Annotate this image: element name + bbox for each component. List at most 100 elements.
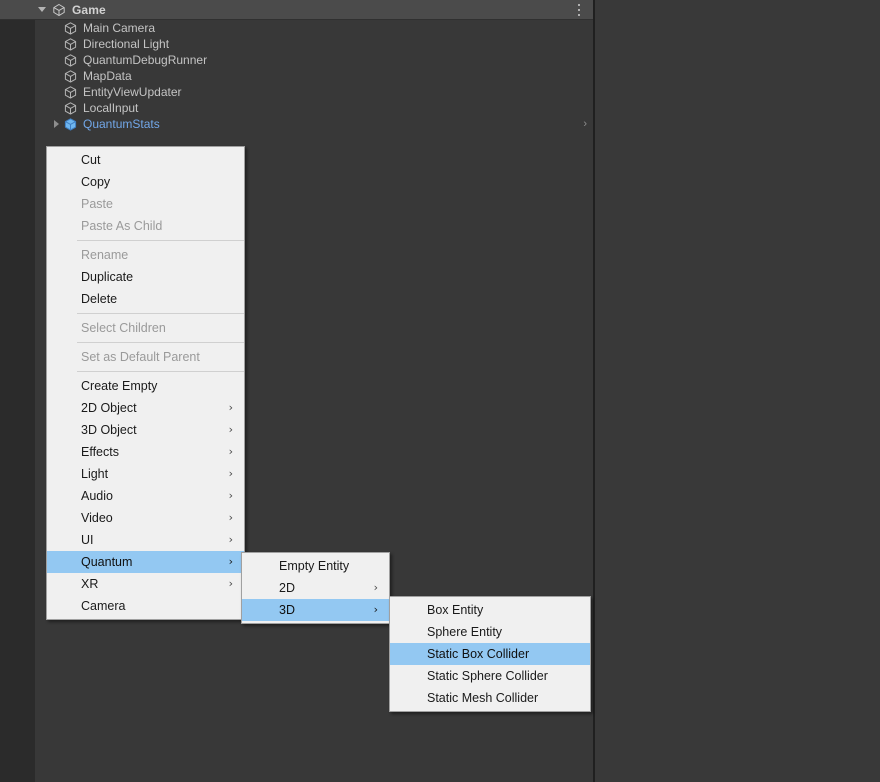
menu-item-set-as-default-parent: Set as Default Parent: [47, 346, 244, 368]
quantum-3d-item-box-entity[interactable]: Box Entity: [390, 599, 590, 621]
hierarchy-list: Main Camera Directional Light QuantumDebug…: [0, 20, 593, 132]
hierarchy-item-mapdata[interactable]: MapData: [0, 68, 593, 84]
hierarchy-item-label: QuantumDebugRunner: [83, 53, 208, 67]
submenu-chevron-right-icon: ›: [228, 511, 233, 524]
menu-item-audio[interactable]: Audio ›: [47, 485, 244, 507]
hierarchy-item-quantumdebugrunner[interactable]: QuantumDebugRunner: [0, 52, 593, 68]
submenu-chevron-right-icon: ›: [228, 445, 233, 458]
gameobject-cube-icon: [63, 101, 78, 116]
menu-item-effects[interactable]: Effects ›: [47, 441, 244, 463]
hierarchy-item-label: LocalInput: [83, 101, 139, 115]
gameobject-cube-icon: [63, 85, 78, 100]
prefab-cube-icon: [63, 117, 78, 132]
hierarchy-item-label: Main Camera: [83, 21, 156, 35]
menu-item-label: Video: [81, 511, 113, 525]
quantum-item-3d[interactable]: 3D ›: [242, 599, 389, 621]
menu-item-xr[interactable]: XR ›: [47, 573, 244, 595]
menu-item-paste: Paste: [47, 193, 244, 215]
hierarchy-item-quantumstats[interactable]: QuantumStats ›: [0, 116, 593, 132]
menu-item-label: Create Empty: [81, 379, 158, 393]
submenu-chevron-right-icon: ›: [228, 533, 233, 546]
submenu-chevron-right-icon: ›: [228, 401, 233, 414]
hierarchy-item-label: EntityViewUpdater: [83, 85, 182, 99]
chevron-down-icon: [38, 7, 46, 12]
menu-item-rename: Rename: [47, 244, 244, 266]
foldout-spacer: [50, 84, 63, 100]
hierarchy-item-localinput[interactable]: LocalInput: [0, 100, 593, 116]
menu-item-select-children: Select Children: [47, 317, 244, 339]
hierarchy-item-label: MapData: [83, 69, 132, 83]
quantum-3d-item-static-mesh-collider[interactable]: Static Mesh Collider: [390, 687, 590, 709]
menu-item-label: 2D Object: [81, 401, 137, 415]
menu-item-label: UI: [81, 533, 94, 547]
submenu-chevron-right-icon: ›: [373, 581, 378, 594]
unity-editor-root: Game Main Camera Directional Light Quantum…: [0, 0, 880, 782]
quantum-3d-item-static-box-collider[interactable]: Static Box Collider: [390, 643, 590, 665]
foldout-spacer: [50, 20, 63, 36]
menu-item-label: Box Entity: [427, 603, 484, 617]
quantum-3d-item-sphere-entity[interactable]: Sphere Entity: [390, 621, 590, 643]
menu-item-paste-as-child: Paste As Child: [47, 215, 244, 237]
menu-item-label: Static Mesh Collider: [427, 691, 539, 705]
menu-item-label: Static Box Collider: [427, 647, 530, 661]
menu-item-label: 3D Object: [81, 423, 137, 437]
menu-item-label: Paste: [81, 197, 113, 211]
menu-item-2d-object[interactable]: 2D Object ›: [47, 397, 244, 419]
quantum-submenu[interactable]: Empty Entity 2D › 3D ›: [241, 552, 390, 624]
menu-item-delete[interactable]: Delete: [47, 288, 244, 310]
gameobject-cube-icon: [63, 21, 78, 36]
hierarchy-context-menu[interactable]: Cut Copy Paste Paste As Child Rename Duplicat…: [46, 146, 245, 620]
menu-item-label: Set as Default Parent: [81, 350, 200, 364]
panel-divider: [593, 0, 595, 782]
gameobject-cube-icon: [63, 37, 78, 52]
hierarchy-item-entityviewupdater[interactable]: EntityViewUpdater: [0, 84, 593, 100]
menu-item-label: Cut: [81, 153, 101, 167]
menu-item-label: Sphere Entity: [427, 625, 503, 639]
menu-item-quantum[interactable]: Quantum ›: [47, 551, 244, 573]
menu-item-label: Light: [81, 467, 109, 481]
menu-item-duplicate[interactable]: Duplicate: [47, 266, 244, 288]
unity-scene-icon: [52, 3, 66, 17]
menu-item-create-empty[interactable]: Create Empty: [47, 375, 244, 397]
expand-toggle[interactable]: [50, 116, 63, 132]
kebab-menu-icon[interactable]: [574, 3, 584, 17]
menu-item-label: Audio: [81, 489, 113, 503]
quantum-item-empty-entity[interactable]: Empty Entity: [242, 555, 389, 577]
hierarchy-header: Game: [0, 0, 593, 20]
submenu-chevron-right-icon: ›: [228, 577, 233, 590]
menu-item-label: Delete: [81, 292, 118, 306]
foldout-spacer: [50, 100, 63, 116]
foldout-spacer: [50, 52, 63, 68]
quantum-3d-submenu[interactable]: Box Entity Sphere Entity Static Box Collid…: [389, 596, 591, 712]
scene-foldout-toggle[interactable]: [36, 7, 48, 12]
menu-item-video[interactable]: Video ›: [47, 507, 244, 529]
menu-item-label: Camera: [81, 599, 126, 613]
gameobject-cube-icon: [63, 69, 78, 84]
menu-item-label: Quantum: [81, 555, 133, 569]
menu-separator: [77, 371, 244, 372]
menu-item-label: Duplicate: [81, 270, 134, 284]
menu-item-cut[interactable]: Cut: [47, 149, 244, 171]
hierarchy-item-label: QuantumStats: [83, 117, 160, 131]
gameobject-cube-icon: [63, 53, 78, 68]
menu-separator: [77, 342, 244, 343]
menu-item-copy[interactable]: Copy: [47, 171, 244, 193]
menu-item-3d-object[interactable]: 3D Object ›: [47, 419, 244, 441]
scene-title: Game: [72, 2, 106, 17]
row-expand-chevron-icon[interactable]: ›: [583, 116, 587, 132]
menu-item-light[interactable]: Light ›: [47, 463, 244, 485]
menu-separator: [77, 240, 244, 241]
quantum-item-2d[interactable]: 2D ›: [242, 577, 389, 599]
hierarchy-item-main-camera[interactable]: Main Camera: [0, 20, 593, 36]
submenu-chevron-right-icon: ›: [228, 489, 233, 502]
menu-item-label: Static Sphere Collider: [427, 669, 548, 683]
menu-item-label: Empty Entity: [279, 559, 350, 573]
menu-item-camera[interactable]: Camera: [47, 595, 244, 617]
hierarchy-item-directional-light[interactable]: Directional Light: [0, 36, 593, 52]
submenu-chevron-right-icon: ›: [228, 555, 233, 568]
quantum-3d-item-static-sphere-collider[interactable]: Static Sphere Collider: [390, 665, 590, 687]
menu-item-ui[interactable]: UI ›: [47, 529, 244, 551]
chevron-right-icon: [54, 120, 59, 128]
submenu-chevron-right-icon: ›: [228, 467, 233, 480]
menu-item-label: 3D: [279, 603, 295, 617]
